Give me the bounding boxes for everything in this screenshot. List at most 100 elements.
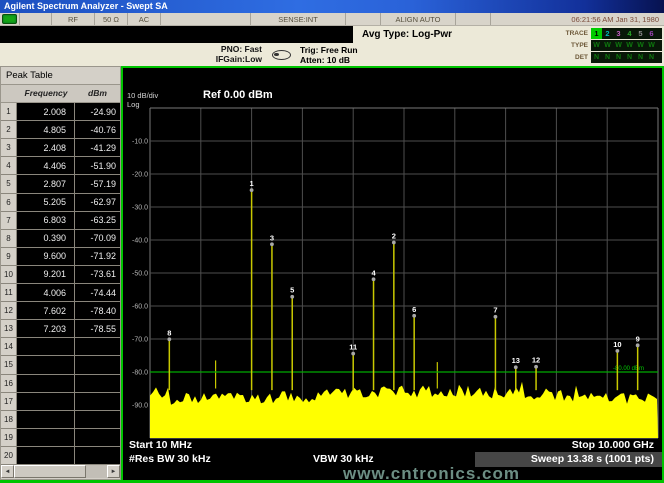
table-row[interactable]: 19 — [1, 429, 120, 447]
spectrum-analyzer-window: Agilent Spectrum Analyzer - Swept SA RF … — [0, 0, 664, 483]
table-row[interactable]: 80.390-70.09 — [1, 230, 120, 248]
table-row[interactable]: 65.205-62.97 — [1, 194, 120, 212]
cell-dbm — [75, 338, 120, 355]
table-row[interactable]: 16 — [1, 375, 120, 393]
table-row[interactable]: 44.406-51.90 — [1, 157, 120, 175]
row-number: 4 — [1, 157, 17, 174]
start-freq-label: Start 10 MHz — [129, 439, 192, 451]
status-impedance: 50 Ω — [95, 13, 128, 25]
peak-marker-dot — [392, 241, 396, 245]
table-row[interactable]: 17 — [1, 393, 120, 411]
row-number: 18 — [1, 411, 17, 428]
col-frequency: Frequency — [17, 85, 75, 102]
cell-dbm: -24.90 — [75, 103, 120, 120]
y-axis-tick-label: -10.0 — [132, 139, 148, 146]
continuous-sweep-icon — [272, 50, 291, 60]
table-row[interactable]: 32.408-41.29 — [1, 139, 120, 157]
cell-frequency: 4.406 — [17, 157, 75, 174]
table-row[interactable]: 20 — [1, 447, 120, 465]
window-title: Agilent Spectrum Analyzer - Swept SA — [4, 1, 168, 11]
row-number: 15 — [1, 356, 17, 373]
scroll-track[interactable] — [86, 465, 107, 478]
y-axis-tick-label: -20.0 — [132, 172, 148, 179]
trace-number: 1 — [591, 28, 602, 39]
trace-detector: N — [635, 52, 646, 63]
cell-dbm — [75, 393, 120, 410]
row-number: 5 — [1, 175, 17, 192]
peak-marker-dot — [250, 188, 254, 192]
row-number: 9 — [1, 248, 17, 265]
trace-number: 3 — [613, 28, 624, 39]
table-row[interactable]: 18 — [1, 411, 120, 429]
table-row[interactable]: 114.006-74.44 — [1, 284, 120, 302]
peak-marker-number: 6 — [412, 305, 416, 314]
cell-dbm: -70.09 — [75, 230, 120, 247]
trace-number: 4 — [624, 28, 635, 39]
peak-marker-number: 1 — [250, 179, 254, 188]
trace-type: W — [624, 40, 635, 51]
cell-dbm — [75, 356, 120, 373]
peak-table-header: Frequency dBm — [1, 85, 120, 103]
peak-marker-dot — [290, 295, 294, 299]
row-number: 1 — [1, 103, 17, 120]
row-number: 16 — [1, 375, 17, 392]
status-coupling: AC — [128, 13, 161, 25]
row-number: 10 — [1, 266, 17, 283]
trace-detector: N — [591, 52, 602, 63]
stop-freq-label: Stop 10.000 GHz — [572, 439, 654, 451]
cell-frequency: 2.408 — [17, 139, 75, 156]
trace-type: W — [602, 40, 613, 51]
cell-dbm: -62.97 — [75, 194, 120, 211]
trace-panel-row-label: DET — [550, 54, 591, 61]
cell-frequency — [17, 338, 75, 355]
cell-frequency — [17, 411, 75, 428]
table-row[interactable]: 127.602-78.40 — [1, 302, 120, 320]
sweep-time-label: Sweep 13.38 s (1001 pts) — [531, 453, 654, 465]
scroll-left-icon[interactable]: ◄ — [1, 465, 14, 478]
cell-dbm: -57.19 — [75, 175, 120, 192]
spectrum-display: -10.0-20.0-30.0-40.0-50.0-60.0-70.0-80.0… — [121, 66, 664, 483]
trace-type: W — [646, 40, 657, 51]
status-rf: RF — [52, 13, 95, 25]
table-row[interactable]: 15 — [1, 356, 120, 374]
ifgain-label: IFGain:Low — [160, 55, 262, 65]
status-spacer — [346, 13, 381, 25]
table-row[interactable]: 76.803-63.25 — [1, 212, 120, 230]
cell-frequency — [17, 429, 75, 446]
table-row[interactable]: 24.805-40.76 — [1, 121, 120, 139]
cell-frequency: 7.203 — [17, 320, 75, 337]
cell-frequency — [17, 356, 75, 373]
cell-frequency: 5.205 — [17, 194, 75, 211]
trace-status-panel: TRACE123456TYPEWWWWWWDETNNNNNN — [550, 27, 662, 64]
trigger-block: Trig: Free Run Atten: 10 dB — [300, 45, 358, 65]
trace-panel-values: 123456 — [591, 28, 662, 39]
scroll-thumb[interactable] — [14, 465, 86, 478]
peak-table-scrollbar[interactable]: ◄ ► — [1, 465, 120, 478]
trace-detector: N — [646, 52, 657, 63]
cell-frequency — [17, 393, 75, 410]
peak-marker-number: 8 — [167, 328, 171, 337]
row-number: 20 — [1, 447, 17, 464]
avg-type-label: Avg Type: Log-Pwr — [342, 29, 472, 40]
peak-marker-dot — [412, 314, 416, 318]
trace-detector: N — [624, 52, 635, 63]
status-align: ALIGN AUTO — [381, 13, 456, 25]
peak-marker-dot — [270, 242, 274, 246]
table-row[interactable]: 14 — [1, 338, 120, 356]
status-sense: SENSE:INT — [251, 13, 346, 25]
table-row[interactable]: 109.201-73.61 — [1, 266, 120, 284]
trace-type: W — [591, 40, 602, 51]
status-spacer — [161, 13, 251, 25]
cell-dbm — [75, 447, 120, 464]
row-number: 8 — [1, 230, 17, 247]
table-row[interactable]: 99.600-71.92 — [1, 248, 120, 266]
cell-frequency — [17, 375, 75, 392]
cell-frequency: 9.600 — [17, 248, 75, 265]
table-row[interactable]: 52.807-57.19 — [1, 175, 120, 193]
row-number: 17 — [1, 393, 17, 410]
table-row[interactable]: 137.203-78.55 — [1, 320, 120, 338]
scroll-right-icon[interactable]: ► — [107, 465, 120, 478]
y-axis-tick-label: -70.0 — [132, 337, 148, 344]
table-row[interactable]: 12.008-24.90 — [1, 103, 120, 121]
peak-marker-number: 12 — [532, 356, 540, 365]
